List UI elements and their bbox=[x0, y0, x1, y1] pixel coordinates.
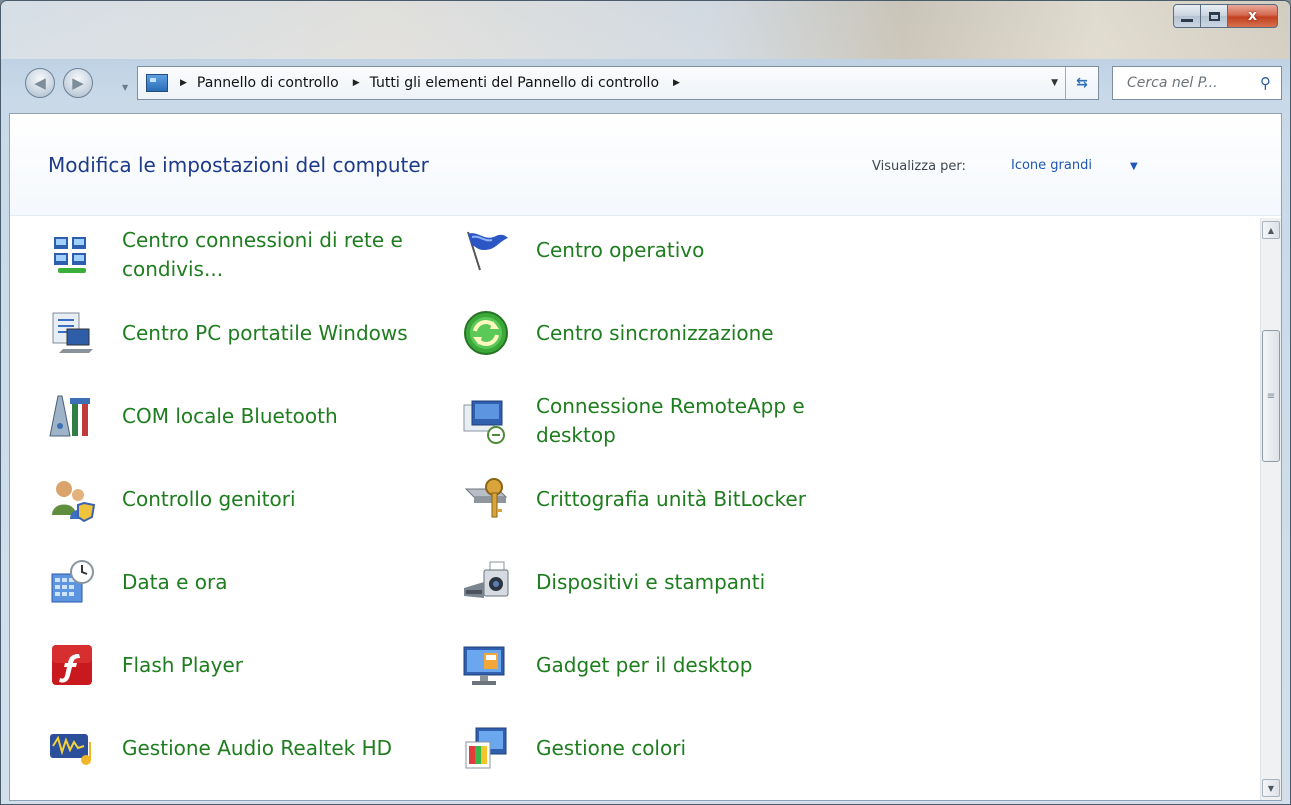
audio-wave-icon bbox=[48, 724, 96, 772]
refresh-icon: ⇆ bbox=[1076, 75, 1088, 91]
list-item[interactable]: Centro PC portatile Windows bbox=[48, 309, 442, 357]
list-item[interactable]: Flash Player bbox=[48, 641, 442, 689]
sync-icon bbox=[462, 309, 510, 357]
item-label: Centro sincronizzazione bbox=[536, 320, 774, 345]
search-icon[interactable]: ⚲ bbox=[1260, 74, 1271, 92]
maximize-button[interactable] bbox=[1201, 4, 1228, 28]
arrow-right-icon: ▶ bbox=[72, 74, 84, 92]
bitlocker-key-icon bbox=[462, 475, 510, 523]
monitor-gadget-icon bbox=[462, 641, 510, 689]
list-item[interactable]: Data e ora bbox=[48, 558, 442, 606]
item-label: Gestione colori bbox=[536, 735, 686, 760]
refresh-button[interactable]: ⇆ bbox=[1065, 67, 1098, 99]
forward-button[interactable]: ▶ bbox=[63, 68, 93, 98]
breadcrumb-item-control-panel[interactable]: Pannello di controllo bbox=[197, 75, 339, 91]
chevron-right-icon[interactable]: ▶ bbox=[673, 78, 680, 88]
caption-buttons: x bbox=[1173, 4, 1278, 28]
address-dropdown-button[interactable]: ▼ bbox=[1051, 78, 1058, 88]
back-button[interactable]: ◀ bbox=[25, 68, 55, 98]
close-icon: x bbox=[1247, 8, 1258, 24]
item-label: Gestione Audio Realtek HD bbox=[122, 735, 393, 760]
calendar-clock-icon bbox=[48, 558, 96, 606]
flash-icon bbox=[48, 641, 96, 689]
minimize-button[interactable] bbox=[1173, 4, 1201, 28]
list-item[interactable]: Dispositivi e stampanti bbox=[462, 558, 856, 606]
tools-icon bbox=[48, 392, 96, 440]
item-label: COM locale Bluetooth bbox=[122, 403, 338, 428]
control-panel-icon bbox=[146, 74, 168, 92]
view-by-dropdown[interactable]: Icone grandi bbox=[1011, 158, 1092, 173]
content-pane: Modifica le impostazioni del computer Vi… bbox=[9, 113, 1282, 801]
search-input[interactable]: Cerca nel P... ⚲ bbox=[1112, 66, 1282, 100]
page-title: Modifica le impostazioni del computer bbox=[48, 153, 429, 177]
search-placeholder: Cerca nel P... bbox=[1127, 75, 1218, 91]
list-item[interactable]: Connessione RemoteApp e desktop bbox=[462, 392, 856, 450]
scroll-down-button[interactable]: ▼ bbox=[1262, 779, 1280, 797]
chevron-right-icon[interactable]: ▶ bbox=[180, 78, 187, 88]
item-label: Controllo genitori bbox=[122, 486, 296, 511]
list-item[interactable]: Centro connessioni di rete e condivis... bbox=[48, 226, 442, 284]
chevron-right-icon[interactable]: ▶ bbox=[353, 78, 360, 88]
navigation-bar: ◀ ▶ ▼ ▶ Pannello di controllo ▶ Tutti gl… bbox=[1, 63, 1290, 111]
content-header: Modifica le impostazioni del computer Vi… bbox=[10, 114, 1281, 216]
item-label: Centro operativo bbox=[536, 237, 705, 262]
arrow-left-icon: ◀ bbox=[34, 74, 46, 92]
maximize-icon bbox=[1208, 11, 1220, 21]
scroll-up-button[interactable]: ▲ bbox=[1262, 221, 1280, 239]
remote-desktop-icon bbox=[462, 397, 510, 445]
color-management-icon bbox=[462, 724, 510, 772]
list-item[interactable]: Crittografia unità BitLocker bbox=[462, 475, 856, 523]
item-label: Dispositivi e stampanti bbox=[536, 569, 766, 594]
item-label: Crittografia unità BitLocker bbox=[536, 486, 806, 511]
address-bar[interactable]: ▶ Pannello di controllo ▶ Tutti gli elem… bbox=[137, 66, 1099, 100]
chevron-down-icon[interactable]: ▼ bbox=[1130, 161, 1138, 172]
list-item[interactable]: COM locale Bluetooth bbox=[48, 392, 442, 440]
breadcrumb-item-all-items[interactable]: Tutti gli elementi del Pannello di contr… bbox=[370, 75, 659, 91]
explorer-window: x ◀ ▶ ▼ ▶ Pannello di controllo ▶ Tutti … bbox=[0, 0, 1291, 805]
item-label: Connessione RemoteApp e desktop bbox=[536, 394, 805, 447]
laptop-icon bbox=[48, 309, 96, 357]
item-label: Data e ora bbox=[122, 569, 228, 594]
recent-pages-button[interactable]: ▼ bbox=[122, 83, 128, 92]
scroll-thumb[interactable]: ≡ bbox=[1262, 330, 1280, 462]
printer-camera-icon bbox=[462, 558, 510, 606]
list-item[interactable]: Gadget per il desktop bbox=[462, 641, 856, 689]
list-item[interactable]: Centro sincronizzazione bbox=[462, 309, 856, 357]
parental-control-icon bbox=[48, 475, 96, 523]
close-button[interactable]: x bbox=[1228, 4, 1278, 28]
breadcrumb: ▶ Pannello di controllo ▶ Tutti gli elem… bbox=[176, 75, 690, 91]
flag-icon bbox=[462, 226, 510, 274]
vertical-scrollbar[interactable]: ▲ ≡ ▼ bbox=[1260, 218, 1281, 800]
item-label: Gadget per il desktop bbox=[536, 652, 753, 677]
list-item[interactable]: Gestione colori bbox=[462, 724, 856, 772]
item-label: Centro PC portatile Windows bbox=[122, 320, 408, 345]
view-by-label: Visualizza per: bbox=[872, 159, 966, 174]
minimize-icon bbox=[1181, 18, 1193, 22]
list-item[interactable]: Gestione Audio Realtek HD bbox=[48, 724, 442, 772]
list-item[interactable]: Controllo genitori bbox=[48, 475, 442, 523]
item-label: Flash Player bbox=[122, 652, 244, 677]
item-label: Centro connessioni di rete e condivis... bbox=[122, 228, 403, 281]
control-panel-items: Centro connessioni di rete e condivis...… bbox=[10, 218, 1250, 800]
title-bar bbox=[1, 1, 1290, 59]
network-icon bbox=[48, 231, 96, 279]
list-item[interactable]: Centro operativo bbox=[462, 226, 856, 274]
